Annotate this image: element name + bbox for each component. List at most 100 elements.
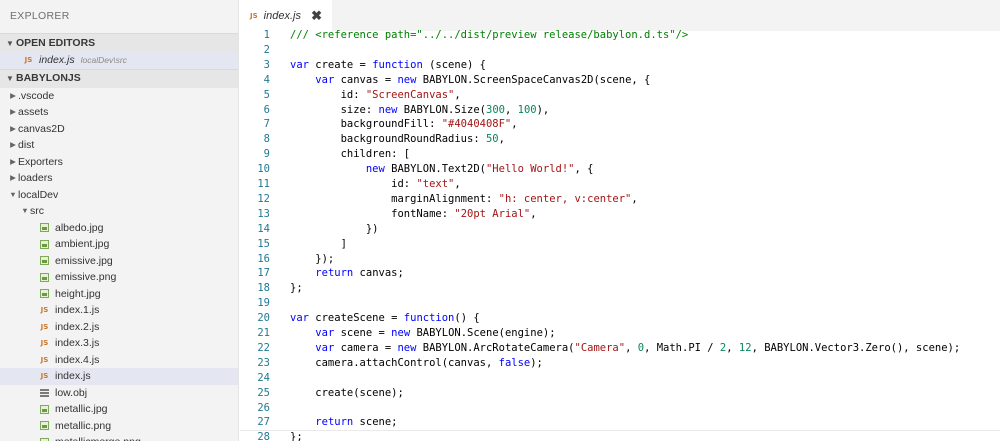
line-number: 5 bbox=[263, 88, 270, 101]
code-token: BABYLON.Size( bbox=[397, 103, 486, 116]
code-text: }) bbox=[290, 222, 379, 237]
js-file-icon: JS bbox=[250, 11, 258, 20]
file-item[interactable]: metallic.png bbox=[0, 418, 238, 435]
line-number: 12 bbox=[257, 192, 270, 205]
file-item[interactable]: JS index.js bbox=[0, 368, 238, 385]
code-token: canvas; bbox=[353, 267, 404, 280]
code-line[interactable]: 1 /// <reference path="../../dist/preview… bbox=[240, 28, 1000, 43]
line-number: 8 bbox=[263, 133, 270, 146]
code-line[interactable]: 26 bbox=[240, 401, 1000, 416]
code-line[interactable]: 10 new BABYLON.Text2D("Hello World!", { bbox=[240, 162, 1000, 177]
folder-item[interactable]: ▶ assets bbox=[0, 104, 238, 121]
code-token: 50 bbox=[485, 133, 499, 146]
folder-item[interactable]: ▶ canvas2D bbox=[0, 121, 238, 138]
js-file-icon: JS bbox=[40, 372, 49, 380]
tab-bar: JS index.js ✖ bbox=[240, 0, 1000, 31]
code-token: 300 bbox=[486, 103, 505, 116]
code-line[interactable]: 16 }); bbox=[240, 252, 1000, 267]
code-token: /// <reference path="../../dist/preview … bbox=[290, 29, 689, 41]
close-icon[interactable]: ✖ bbox=[311, 8, 322, 24]
line-number: 17 bbox=[257, 267, 270, 280]
folder-item[interactable]: ▶ .vscode bbox=[0, 88, 238, 105]
file-item[interactable]: ambient.jpg bbox=[0, 236, 238, 253]
file-item[interactable]: height.jpg bbox=[0, 286, 238, 303]
folder-item[interactable]: ▶ dist bbox=[0, 137, 238, 154]
code-line[interactable]: 20 var createScene = function() { bbox=[240, 311, 1000, 326]
chevron-down-icon: ▼ bbox=[6, 74, 14, 83]
file-item[interactable]: low.obj bbox=[0, 385, 238, 402]
code-line[interactable]: 12 marginAlignment: "h: center, v:center… bbox=[240, 192, 1000, 207]
code-line[interactable]: 17 return canvas; bbox=[240, 266, 1000, 281]
file-item[interactable]: JS index.3.js bbox=[0, 335, 238, 352]
code-line[interactable]: 23 camera.attachControl(canvas, false); bbox=[240, 356, 1000, 371]
tree-item-label: localDev bbox=[18, 188, 59, 201]
tree-item-label: index.js bbox=[55, 370, 91, 382]
image-file-icon bbox=[38, 272, 51, 282]
code-line[interactable]: 24 bbox=[240, 371, 1000, 386]
code-line[interactable]: 21 var scene = new BABYLON.Scene(engine)… bbox=[240, 326, 1000, 341]
code-token: "Camera" bbox=[574, 341, 626, 354]
code-area[interactable]: 1 /// <reference path="../../dist/preview… bbox=[240, 28, 1000, 441]
code-line[interactable]: 3 var create = function (scene) { bbox=[240, 58, 1000, 73]
project-header[interactable]: ▼ BABYLONJS bbox=[0, 68, 238, 88]
code-token: backgroundFill: bbox=[290, 118, 442, 131]
tree-item-label: index.1.js bbox=[55, 304, 100, 316]
file-item[interactable]: albedo.jpg bbox=[0, 220, 238, 237]
chevron-right-icon: ▶ bbox=[10, 140, 16, 149]
code-token: , bbox=[498, 133, 505, 146]
file-item[interactable]: JS index.4.js bbox=[0, 352, 238, 369]
code-token: }); bbox=[290, 252, 335, 265]
file-item[interactable]: emissive.png bbox=[0, 269, 238, 286]
file-item[interactable]: JS index.2.js bbox=[0, 319, 238, 336]
folder-item[interactable]: ▼ src bbox=[0, 203, 238, 220]
code-token: new bbox=[391, 327, 411, 339]
js-file-icon: JS bbox=[40, 306, 49, 314]
code-line[interactable]: 25 create(scene); bbox=[240, 386, 1000, 401]
code-line[interactable]: 11 id: "text", bbox=[240, 177, 1000, 192]
code-token: 100 bbox=[517, 103, 537, 116]
code-line[interactable]: 4 var canvas = new BABYLON.ScreenSpaceCa… bbox=[240, 73, 1000, 88]
code-line[interactable]: 6 size: new BABYLON.Size(300, 100), bbox=[240, 103, 1000, 118]
file-item[interactable]: metallicmerge.png bbox=[0, 434, 238, 441]
file-item[interactable]: JS index.1.js bbox=[0, 302, 238, 319]
code-line[interactable]: 7 backgroundFill: "#4040408F", bbox=[240, 117, 1000, 132]
image-file-icon bbox=[38, 256, 51, 266]
code-token: function bbox=[372, 58, 423, 71]
code-text: backgroundFill: "#4040408F", bbox=[290, 117, 518, 132]
folder-item[interactable]: ▶ loaders bbox=[0, 170, 238, 187]
open-editor-item[interactable]: JS index.js localDev\src bbox=[0, 52, 238, 69]
tree-item-label: emissive.jpg bbox=[55, 254, 113, 267]
code-line[interactable]: 19 bbox=[240, 296, 1000, 311]
code-line[interactable]: 28}; bbox=[240, 430, 1000, 441]
code-line[interactable]: 9 children: [ bbox=[240, 147, 1000, 162]
chevron-right-icon: ▶ bbox=[10, 156, 16, 166]
file-item[interactable]: emissive.jpg bbox=[0, 253, 238, 270]
folder-item[interactable]: ▼ localDev bbox=[0, 187, 238, 204]
code-token: marginAlignment: bbox=[290, 192, 499, 205]
open-editors-header[interactable]: ▼ OPEN EDITORS bbox=[0, 33, 238, 52]
code-line[interactable]: 8 backgroundRoundRadius: 50, bbox=[240, 132, 1000, 147]
line-number: 19 bbox=[257, 297, 270, 310]
file-item[interactable]: metallic.jpg bbox=[0, 401, 238, 418]
folder-item[interactable]: ▶ Exporters bbox=[0, 154, 238, 171]
line-number: 24 bbox=[257, 371, 270, 384]
tree-item-label: loaders bbox=[18, 172, 53, 184]
code-text: create(scene); bbox=[290, 386, 404, 401]
code-line[interactable]: 18}; bbox=[240, 281, 1000, 296]
code-line[interactable]: 15 ] bbox=[240, 237, 1000, 252]
code-line[interactable]: 13 fontName: "20pt Arial", bbox=[240, 207, 1000, 222]
code-line[interactable]: 27 return scene; bbox=[240, 415, 1000, 430]
line-number: 23 bbox=[257, 356, 270, 369]
line-number: 9 bbox=[263, 148, 270, 161]
code-line[interactable]: 2 bbox=[240, 43, 1000, 58]
code-token: }; bbox=[290, 431, 303, 441]
tree-item-label: index.2.js bbox=[55, 320, 100, 333]
code-line[interactable]: 5 id: "ScreenCanvas", bbox=[240, 88, 1000, 103]
line-number: 21 bbox=[257, 327, 270, 339]
tree-item-label: metallicmerge.png bbox=[55, 434, 141, 441]
tab-index-js[interactable]: JS index.js ✖ bbox=[240, 0, 332, 31]
code-line[interactable]: 22 var camera = new BABYLON.ArcRotateCam… bbox=[240, 341, 1000, 356]
code-line[interactable]: 14 }) bbox=[240, 222, 1000, 237]
